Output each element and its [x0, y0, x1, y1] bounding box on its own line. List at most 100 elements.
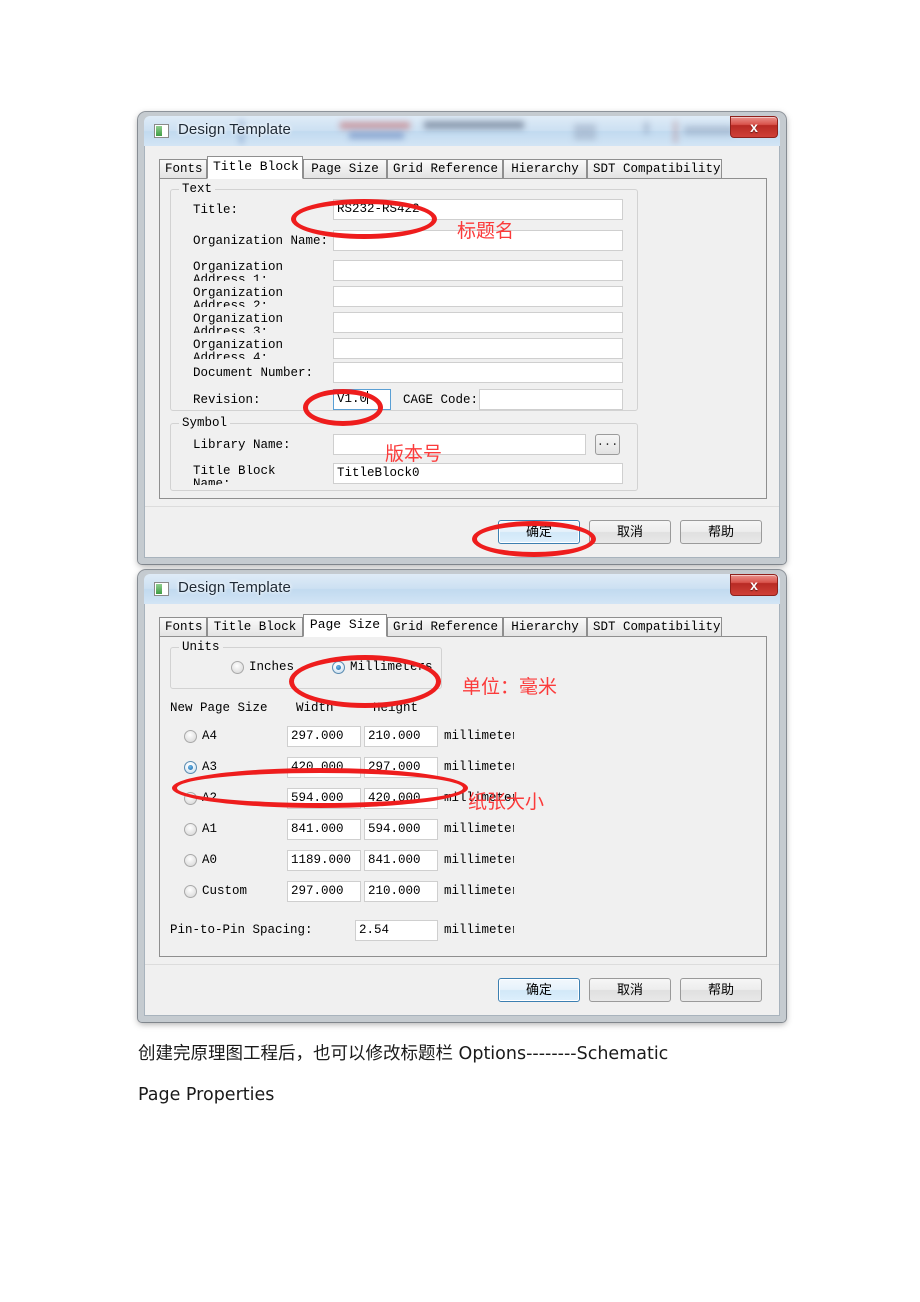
background-artifact [349, 132, 404, 139]
radio-a2[interactable] [184, 792, 197, 805]
design-template-dialog-page-size: Design Template x Fonts Title Block Page… [138, 570, 786, 1022]
organization-address1-input[interactable] [333, 260, 623, 281]
browse-library-button[interactable]: ... [595, 434, 620, 455]
height-input-a0[interactable]: 841.000 [364, 850, 438, 871]
height-input-a1[interactable]: 594.000 [364, 819, 438, 840]
annotation-paper-size: 纸张大小 [468, 791, 545, 813]
radio-inches[interactable] [231, 661, 244, 674]
radio-custom[interactable] [184, 885, 197, 898]
revision-input[interactable]: V1.0 [333, 389, 391, 410]
dialog2-content: Fonts Title Block Page Size Grid Referen… [145, 604, 779, 965]
width-input-a2[interactable]: 594.000 [287, 788, 361, 809]
row-label-a4[interactable]: A4 [202, 729, 217, 743]
width-input-custom[interactable]: 297.000 [287, 881, 361, 902]
radio-millimeters-label[interactable]: Millimeters [350, 660, 433, 674]
dialog2-title: Design Template [178, 579, 291, 596]
tab-title-block[interactable]: Title Block [207, 156, 303, 179]
dialog2-titlebar[interactable]: Design Template x [144, 574, 780, 604]
row-label-a0[interactable]: A0 [202, 853, 217, 867]
cage-code-label: CAGE Code: [403, 393, 479, 407]
tab-label: Fonts [165, 620, 203, 634]
column-header-name: New Page Size [170, 701, 268, 715]
tab-label: Grid Reference [393, 162, 499, 176]
tab-label: Title Block [213, 159, 299, 174]
width-input-a1[interactable]: 841.000 [287, 819, 361, 840]
cage-code-input[interactable] [479, 389, 623, 410]
title-block-name-input[interactable]: TitleBlock0 [333, 463, 623, 484]
revision-value: V1.0 [337, 392, 368, 406]
units-group-legend: Units [179, 640, 223, 654]
revision-label: Revision: [193, 393, 261, 407]
document-number-input[interactable] [333, 362, 623, 383]
label-line2: Address 3: [193, 325, 269, 333]
background-artifact [644, 122, 649, 134]
dialog1-titlebar[interactable]: Design Template x [144, 116, 780, 146]
label-line2: Address 2: [193, 299, 269, 307]
close-button[interactable]: x [730, 116, 778, 138]
tab-label: Title Block [213, 620, 297, 634]
tab-grid-reference[interactable]: Grid Reference [387, 159, 503, 178]
tab-fonts[interactable]: Fonts [159, 159, 207, 178]
organization-address3-input[interactable] [333, 312, 623, 333]
caption-line-1: 创建完原理图工程后，也可以修改标题栏 Options--------Schema… [138, 1044, 669, 1064]
radio-a1[interactable] [184, 823, 197, 836]
radio-inches-label[interactable]: Inches [249, 660, 294, 674]
pin-to-pin-input[interactable]: 2.54 [355, 920, 438, 941]
row-label-custom[interactable]: Custom [202, 884, 247, 898]
unit-label-custom: millimeters [444, 884, 514, 898]
height-input-a4[interactable]: 210.000 [364, 726, 438, 747]
close-icon: x [750, 119, 758, 135]
height-input-a2[interactable]: 420.000 [364, 788, 438, 809]
tab-label: Hierarchy [511, 162, 579, 176]
radio-a4[interactable] [184, 730, 197, 743]
tab-page-size[interactable]: Page Size [303, 614, 387, 637]
tab-fonts[interactable]: Fonts [159, 617, 207, 636]
dialog2-body: Fonts Title Block Page Size Grid Referen… [144, 604, 780, 1016]
cancel-button[interactable]: 取消 [589, 978, 671, 1002]
organization-address1-label: Organization Address 1: [193, 261, 283, 281]
tab-hierarchy[interactable]: Hierarchy [503, 617, 587, 636]
dialog2-footer: 确定 取消 帮助 [145, 964, 779, 1015]
column-header-height: Height [373, 701, 419, 715]
radio-millimeters[interactable] [332, 661, 345, 674]
label-line2: Address 1: [193, 273, 269, 281]
tab-label: Hierarchy [511, 620, 579, 634]
tab-sdt-compatibility[interactable]: SDT Compatibility [587, 159, 722, 178]
tab-title-block[interactable]: Title Block [207, 617, 303, 636]
organization-address4-input[interactable] [333, 338, 623, 359]
library-name-input[interactable] [333, 434, 586, 455]
unit-label-a1: millimeters [444, 822, 514, 836]
radio-a3[interactable] [184, 761, 197, 774]
row-label-a1[interactable]: A1 [202, 822, 217, 836]
tab-label: Fonts [165, 162, 203, 176]
height-input-custom[interactable]: 210.000 [364, 881, 438, 902]
tab-label: Page Size [311, 162, 379, 176]
ok-button[interactable]: 确定 [498, 978, 580, 1002]
width-input-a0[interactable]: 1189.000 [287, 850, 361, 871]
label-line2: Name: [193, 477, 231, 485]
radio-a0[interactable] [184, 854, 197, 867]
table-row: A0 1189.000 841.000 millimeters [170, 850, 620, 876]
tab-sdt-compatibility[interactable]: SDT Compatibility [587, 617, 722, 636]
help-button[interactable]: 帮助 [680, 520, 762, 544]
ok-button[interactable]: 确定 [498, 520, 580, 544]
table-row: A3 420.000 297.000 millimeters [170, 757, 620, 783]
table-row: A2 594.000 420.000 millimeters [170, 788, 620, 814]
width-input-a4[interactable]: 297.000 [287, 726, 361, 747]
help-button[interactable]: 帮助 [680, 978, 762, 1002]
width-input-a3[interactable]: 420.000 [287, 757, 361, 778]
pin-to-pin-row: Pin-to-Pin Spacing: 2.54 millimeters [170, 920, 620, 946]
row-label-a2[interactable]: A2 [202, 791, 217, 805]
background-artifact [574, 124, 596, 140]
background-artifact [674, 121, 677, 143]
dialog1-title: Design Template [178, 121, 291, 138]
tab-grid-reference[interactable]: Grid Reference [387, 617, 503, 636]
close-button[interactable]: x [730, 574, 778, 596]
organization-address2-input[interactable] [333, 286, 623, 307]
height-input-a3[interactable]: 297.000 [364, 757, 438, 778]
tab-hierarchy[interactable]: Hierarchy [503, 159, 587, 178]
cancel-button[interactable]: 取消 [589, 520, 671, 544]
document-number-label: Document Number: [193, 366, 314, 380]
row-label-a3[interactable]: A3 [202, 760, 217, 774]
tab-page-size[interactable]: Page Size [303, 159, 387, 178]
